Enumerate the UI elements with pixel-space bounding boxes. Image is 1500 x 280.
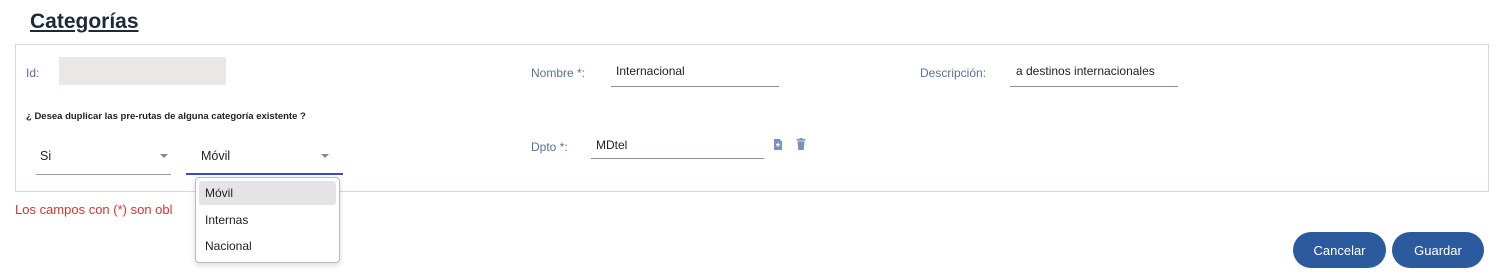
dpto-underline: [591, 158, 764, 159]
dropdown-option-internas[interactable]: Internas: [199, 208, 336, 232]
duplicate-select-value: Si: [40, 149, 52, 163]
chevron-down-icon: [160, 154, 168, 158]
dropdown-option-nacional[interactable]: Nacional: [199, 234, 336, 258]
nombre-label: Nombre *:: [531, 66, 586, 80]
duplicate-select[interactable]: Si: [36, 141, 171, 175]
descripcion-label: Descripción:: [920, 66, 987, 80]
nombre-underline: [611, 86, 779, 87]
nombre-field[interactable]: Internacional: [616, 64, 685, 78]
duplicate-question: ¿ Desea duplicar las pre-rutas de alguna…: [26, 111, 306, 122]
descripcion-field[interactable]: a destinos internacionales: [1016, 64, 1155, 78]
dpto-label: Dpto *:: [531, 140, 568, 154]
category-select-underline: [186, 173, 343, 175]
save-button[interactable]: Guardar: [1392, 232, 1484, 268]
required-fields-note: Los campos con (*) son obl: [15, 202, 173, 217]
category-dropdown-menu: Móvil Internas Nacional: [195, 177, 340, 263]
id-field[interactable]: [59, 57, 226, 85]
page-title: Categorías: [30, 10, 139, 33]
trash-icon[interactable]: [796, 138, 806, 150]
descripcion-underline: [1010, 86, 1178, 87]
category-select[interactable]: Móvil: [186, 141, 343, 175]
file-add-icon[interactable]: [773, 139, 783, 150]
dpto-field[interactable]: MDtel: [596, 138, 627, 152]
chevron-down-icon: [321, 154, 329, 158]
id-label: Id:: [26, 66, 40, 80]
duplicate-select-underline: [36, 174, 171, 175]
category-form-panel: Id: Nombre *: Internacional Descripción:…: [15, 44, 1489, 192]
dropdown-option-movil[interactable]: Móvil: [199, 181, 336, 205]
category-select-value: Móvil: [201, 149, 231, 163]
cancel-button[interactable]: Cancelar: [1293, 232, 1386, 268]
